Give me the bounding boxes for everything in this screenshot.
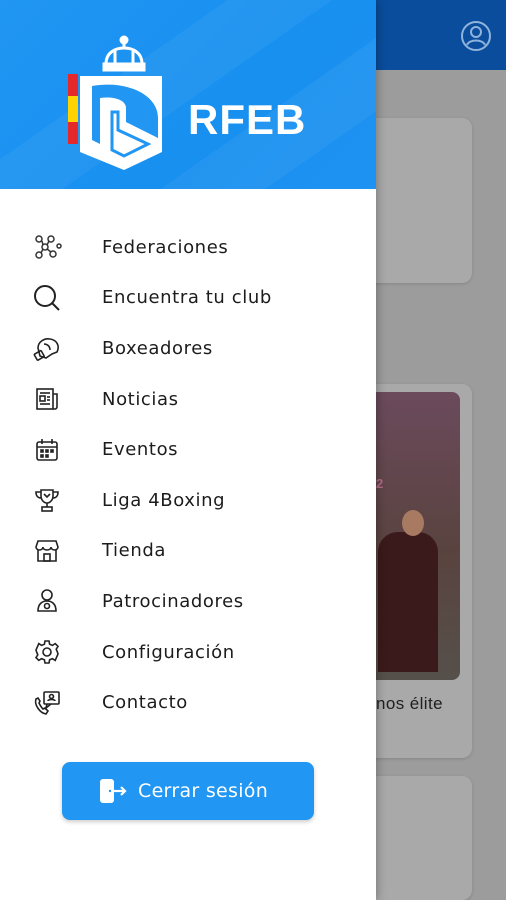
logout-label: Cerrar sesión — [138, 780, 269, 802]
logout-icon — [100, 779, 127, 803]
menu-label: Contacto — [102, 692, 188, 714]
drawer-menu: Federaciones Encuentra tu club Boxeadore… — [0, 222, 376, 728]
boxing-glove-icon — [32, 333, 62, 363]
profile-icon[interactable] — [460, 20, 492, 52]
menu-item-liga-4boxing[interactable]: Liga 4Boxing — [0, 475, 376, 526]
navigation-drawer: RFEB Federaciones Encuentra tu club Boxe… — [0, 0, 376, 900]
menu-label: Encuentra tu club — [102, 287, 272, 309]
sponsor-icon — [32, 586, 62, 616]
menu-label: Federaciones — [102, 236, 229, 258]
news-card-caption: nos élite — [376, 694, 443, 713]
menu-item-patrocinadores[interactable]: Patrocinadores — [0, 576, 376, 627]
menu-item-eventos[interactable]: Eventos — [0, 424, 376, 475]
gear-icon — [32, 637, 62, 667]
menu-item-tienda[interactable]: Tienda — [0, 526, 376, 577]
brand-logo-text: RFEB — [188, 96, 307, 143]
menu-label: Tienda — [102, 540, 166, 562]
menu-item-encuentra-tu-club[interactable]: Encuentra tu club — [0, 273, 376, 324]
menu-item-federaciones[interactable]: Federaciones — [0, 222, 376, 273]
newspaper-icon — [32, 384, 62, 414]
menu-label: Configuración — [102, 641, 235, 663]
calendar-icon — [32, 435, 62, 465]
menu-item-boxeadores[interactable]: Boxeadores — [0, 323, 376, 374]
menu-item-noticias[interactable]: Noticias — [0, 374, 376, 425]
rfeb-logo-icon — [68, 35, 162, 170]
contact-phone-icon — [32, 688, 62, 718]
federations-network-icon — [32, 232, 62, 262]
menu-label: Boxeadores — [102, 337, 213, 359]
menu-item-configuracion[interactable]: Configuración — [0, 627, 376, 678]
logout-button[interactable]: Cerrar sesión — [62, 762, 314, 820]
trophy-icon — [32, 485, 62, 515]
search-icon — [32, 283, 62, 313]
menu-label: Eventos — [102, 439, 179, 461]
drawer-header: RFEB — [0, 0, 376, 189]
menu-label: Patrocinadores — [102, 590, 244, 612]
store-icon — [32, 536, 62, 566]
menu-label: Liga 4Boxing — [102, 489, 226, 511]
menu-item-contacto[interactable]: Contacto — [0, 677, 376, 728]
menu-label: Noticias — [102, 388, 179, 410]
